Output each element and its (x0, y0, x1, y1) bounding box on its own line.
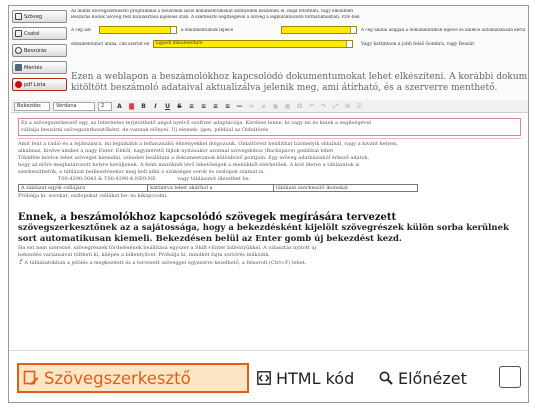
fullscreen-icon[interactable]: ⤢ (331, 102, 340, 111)
option-checkbox[interactable] (499, 366, 521, 388)
horizontal-rule-icon[interactable]: — (235, 102, 244, 111)
table-cell[interactable]: táblázat szerkesztő ikonokat (272, 184, 419, 192)
description-line-3-start: A cég adatai (71, 28, 91, 32)
chevron-down-icon (350, 27, 356, 33)
editor-icon (23, 370, 39, 386)
side-button-pdf[interactable]: pdf Lista (12, 78, 67, 91)
paragraph: Próbálja ki: sorokat, oszlopokat celláka… (18, 193, 168, 199)
info-box: Ez a szövegszerkesztő egy, az Internetes… (18, 118, 521, 136)
description-line-4: dokumentumot utána, cím szerint elmenthe… (71, 42, 149, 46)
side-button-save[interactable]: Mentés (12, 61, 67, 74)
chevron-down-icon (170, 27, 176, 33)
divider (18, 138, 521, 139)
unlink-icon[interactable]: ⌀ (259, 102, 268, 111)
strike-icon[interactable]: S (175, 102, 184, 111)
paragraph: T00:4290:3043 & T00:4290:4:NE0:NE vagy t… (58, 176, 251, 182)
paragraph: alkalmaz, kivéve amiket a nagy Enter. Eb… (18, 148, 334, 154)
table-icon[interactable]: ▦ (283, 102, 292, 111)
source-icon[interactable]: ⌘ (343, 102, 352, 111)
help-mark: ? (18, 259, 23, 267)
paragraph: bekezdés variánsával töltheti ki, kilépé… (18, 252, 271, 258)
content-table[interactable]: A táblázat egyik cellájára kattintva leh… (17, 184, 419, 192)
paragraph: Ha ezt nem szeretné, szövegrészek tördel… (18, 245, 317, 251)
description-line-2: Beszúrás Kódok Szöveg rész kiválasztása … (71, 15, 360, 19)
yellow-select-1[interactable] (99, 26, 177, 34)
font-size-select[interactable]: 2 (98, 101, 112, 111)
yellow-select-2[interactable] (281, 26, 357, 34)
table-cell[interactable]: A táblázat egyik cellájára (17, 184, 149, 192)
justify-icon[interactable]: ≡ (223, 102, 232, 111)
bold-icon[interactable]: B (139, 102, 148, 111)
attach-icon (15, 30, 22, 37)
mode-tab-bar: Szövegszerkesztő HTML kód Előnézet (9, 350, 528, 402)
paragraph: hogy az előre meghatározott helyre kerül… (18, 162, 360, 168)
formatting-toolbar: Bekezdés Verdana 2 A ▇ B I U S ≡ ≡ ≡ ≡ —… (11, 100, 528, 113)
search-icon (379, 371, 393, 385)
paragraph-style-select[interactable]: Bekezdés (14, 101, 50, 111)
paragraph: ? A táblázatokban a jelölés a megkezdett… (18, 259, 307, 267)
paragraph: szerkeszthetők, a táblázat beillesztések… (18, 169, 265, 175)
editor-content[interactable]: Ez a szövegszerkesztő egy, az Internetes… (11, 114, 528, 346)
image-icon[interactable]: ▣ (271, 102, 280, 111)
edit-icon (15, 13, 22, 20)
insert-icon (15, 47, 22, 54)
description-line-3: A cég adatai alapján a dokumentumok fejl… (361, 28, 527, 32)
list-icon[interactable]: ☰ (355, 102, 364, 111)
align-right-icon[interactable]: ≡ (211, 102, 220, 111)
special-char-icon[interactable]: Ω (295, 102, 304, 111)
save-icon (15, 64, 22, 71)
editor-window: Szöveg Csatol Beszúrás Mentés pdf Lista … (8, 5, 529, 403)
underline-icon[interactable]: U (163, 102, 172, 111)
note-right: Vagy kattintson a jobb felső Gombra, vag… (361, 42, 475, 47)
font-family-select[interactable]: Verdana (53, 101, 95, 111)
align-center-icon[interactable]: ≡ (199, 102, 208, 111)
content-subheading-1: szövegszerkesztőnek az a sajátossága, ho… (18, 223, 509, 233)
description-line-3-mid: a dokumentumok fejléce (181, 28, 234, 32)
tab-html[interactable]: HTML kód (257, 363, 354, 393)
code-icon (257, 371, 271, 385)
font-color-icon[interactable]: A (115, 102, 124, 111)
side-button-group: Szöveg Csatol Beszúrás Mentés pdf Lista (12, 10, 67, 95)
undo-icon[interactable]: ↶ (307, 102, 316, 111)
side-button-insert[interactable]: Beszúrás (12, 44, 67, 57)
tab-preview[interactable]: Előnézet (379, 363, 467, 393)
pdf-icon (15, 81, 22, 88)
content-heading: Ennek, a beszámolókhoz kapcsolódó szöveg… (18, 212, 397, 223)
table-cell[interactable]: kattintva lehet akárhol a (147, 184, 274, 192)
intro-text: Ezen a weblapon a beszámolókhoz kapcsoló… (71, 72, 527, 93)
chevron-down-icon (346, 41, 352, 47)
italic-icon[interactable]: I (151, 102, 160, 111)
document-type-select[interactable]: Egyedi dokumentum (153, 40, 353, 48)
side-button-attach[interactable]: Csatol (12, 27, 67, 40)
redo-icon[interactable]: ↷ (319, 102, 328, 111)
highlight-icon[interactable]: ▇ (127, 102, 136, 111)
paragraph: Amit fent a rádió és a lejátszásra, mi l… (18, 141, 398, 147)
align-left-icon[interactable]: ≡ (187, 102, 196, 111)
content-subheading-2: sort automatikusan kiemeli. Bekezdésen b… (18, 234, 402, 244)
tab-editor[interactable]: Szövegszerkesztő (17, 363, 249, 393)
paragraph: Többféle módon lehet szöveget kiemelni, … (18, 155, 370, 161)
table-row: A táblázat egyik cellájára kattintva leh… (17, 184, 419, 192)
link-icon[interactable]: ∞ (247, 102, 256, 111)
side-button-text[interactable]: Szöveg (12, 10, 67, 23)
